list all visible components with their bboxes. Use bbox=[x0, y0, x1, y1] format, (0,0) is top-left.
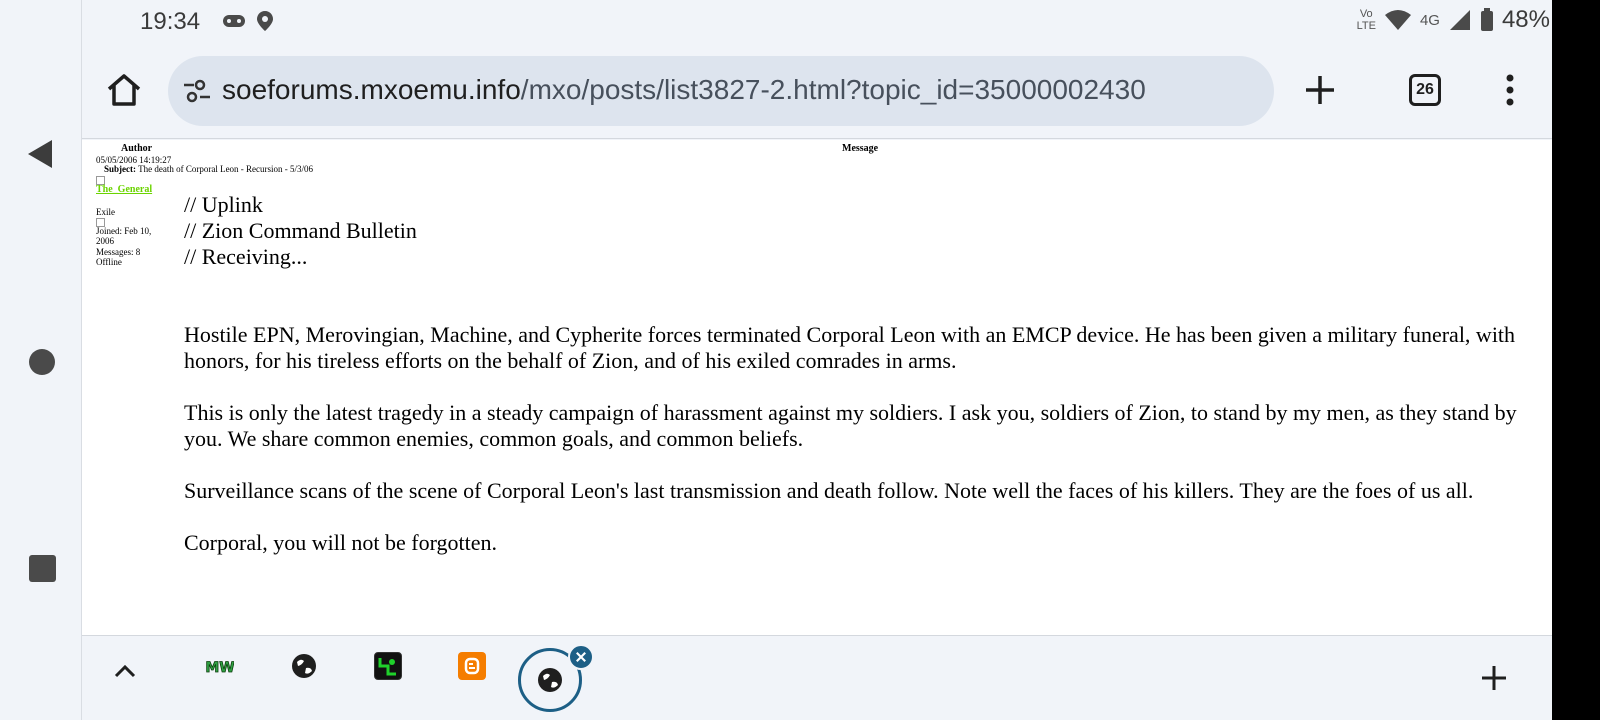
location-icon bbox=[257, 11, 273, 31]
subject-text: The death of Corporal Leon - Recursion -… bbox=[138, 164, 314, 174]
network-type: 4G bbox=[1419, 11, 1440, 29]
close-icon[interactable] bbox=[568, 644, 594, 670]
globe-icon[interactable] bbox=[290, 652, 318, 680]
address-bar[interactable]: soeforums.mxoemu.info/mxo/posts/list3827… bbox=[168, 56, 1274, 126]
mxo-icon[interactable]: MW bbox=[206, 652, 234, 680]
author-rank: Exile bbox=[96, 207, 115, 217]
author-column-header: Author bbox=[121, 143, 153, 154]
bulletin-header-line: // Receiving... bbox=[184, 244, 308, 269]
site-settings-icon[interactable] bbox=[182, 78, 212, 104]
url-text: soeforums.mxoemu.info/mxo/posts/list3827… bbox=[222, 74, 1146, 106]
message-column-header: Message bbox=[842, 143, 879, 154]
system-status-icons: Vo LTE 4G 48% bbox=[1357, 6, 1550, 34]
post-paragraph: Hostile EPN, Merovingian, Machine, and C… bbox=[184, 322, 1516, 373]
post-body: // Uplink // Zion Command Bulletin // Re… bbox=[184, 192, 1524, 582]
blogger-icon[interactable] bbox=[458, 652, 486, 680]
subject-label: Subject: bbox=[104, 164, 136, 174]
matrix-icon[interactable] bbox=[374, 652, 402, 680]
author-joined-date: Joined: Feb 10, 2006 bbox=[96, 226, 152, 246]
tab-strip: MW bbox=[82, 635, 1552, 720]
home-icon[interactable] bbox=[104, 70, 144, 110]
browser-toolbar: soeforums.mxoemu.info/mxo/posts/list3827… bbox=[82, 44, 1552, 139]
game-controller-icon bbox=[223, 15, 245, 27]
battery-icon bbox=[1480, 8, 1493, 31]
author-message-count: Messages: 8 bbox=[96, 247, 141, 257]
bulletin-header-line: // Zion Command Bulletin bbox=[184, 218, 417, 243]
post-paragraph: Surveillance scans of the scene of Corpo… bbox=[184, 478, 1474, 503]
author-username-link[interactable]: The_General bbox=[96, 185, 152, 195]
back-icon[interactable] bbox=[22, 134, 62, 174]
url-domain: soeforums.mxoemu.info bbox=[222, 74, 521, 105]
notification-icons bbox=[222, 10, 274, 32]
signal-icon bbox=[1449, 10, 1470, 30]
more-vert-icon[interactable] bbox=[1490, 70, 1530, 110]
url-path: /mxo/posts/list3827-2.html?topic_id=3500… bbox=[520, 74, 1146, 105]
chevron-up-icon[interactable] bbox=[110, 656, 140, 686]
wifi-icon bbox=[1384, 10, 1411, 30]
svg-text:MW: MW bbox=[206, 660, 234, 676]
clock: 19:34 bbox=[140, 8, 201, 35]
home-circle-icon[interactable] bbox=[29, 349, 55, 375]
battery-percentage: 48% bbox=[1501, 6, 1550, 33]
post-subject: Subject: The death of Corporal Leon - Re… bbox=[104, 164, 313, 174]
recents-square-icon[interactable] bbox=[29, 555, 56, 582]
plus-icon[interactable] bbox=[1478, 662, 1510, 694]
author-online-status: Offline bbox=[96, 257, 122, 267]
system-nav-bar bbox=[0, 0, 82, 720]
post-paragraph: Corporal, you will not be forgotten. bbox=[184, 530, 498, 555]
globe-icon bbox=[538, 668, 562, 692]
plus-icon[interactable] bbox=[1300, 70, 1340, 110]
volte-indicator: Vo LTE bbox=[1356, 8, 1376, 32]
web-page: Author Message 05/05/2006 14:19:27 Subje… bbox=[82, 140, 1552, 635]
tab-switcher-button[interactable]: 26 bbox=[1409, 74, 1441, 106]
bulletin-header-line: // Uplink bbox=[184, 192, 263, 217]
screen-edge bbox=[1552, 0, 1600, 720]
post-paragraph: This is only the latest tragedy in a ste… bbox=[184, 400, 1517, 451]
status-bar: 19:34 Vo LTE 4G 48% bbox=[82, 0, 1552, 44]
